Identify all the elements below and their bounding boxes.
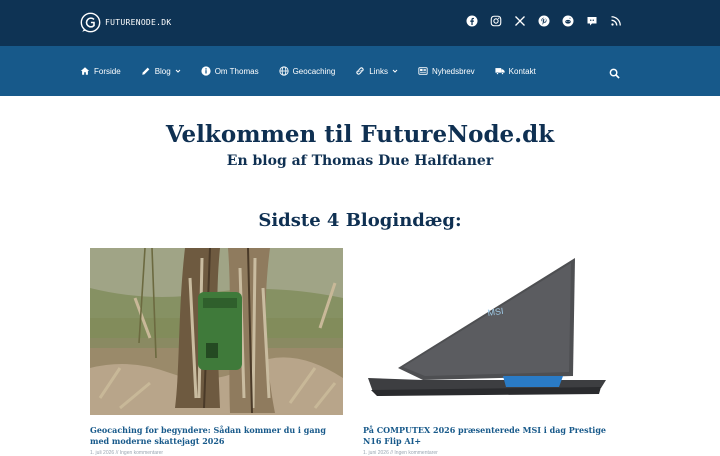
nav-menu: Forside Blog Om Thomas Geocaching Links … [80,46,556,96]
latest-posts-heading: Sidste 4 Blogindæg: [258,210,462,231]
post-thumbnail-geocache[interactable] [90,248,343,415]
home-icon [80,67,90,75]
post-card: MSI På COMPUTEX 2026 præsenterede MSI i … [363,248,616,456]
logo-mark-icon [80,12,101,33]
nav-item-label: Blog [154,66,171,76]
chevron-down-icon [392,69,398,73]
reddit-icon[interactable] [562,15,574,27]
rss-icon[interactable] [610,15,622,27]
post-meta: 1. juli 2026 // Ingen kommentarer [90,450,164,456]
nav-item-geocaching[interactable]: Geocaching [278,66,336,76]
top-header: FUTURENODE.DK [0,0,720,46]
nav-item-label: Nyhedsbrev [431,66,475,76]
pinterest-icon[interactable] [538,15,550,27]
link-icon [356,67,364,75]
discord-icon[interactable] [586,15,598,27]
main-navigation: Forside Blog Om Thomas Geocaching Links … [0,46,720,96]
nav-item-label: Geocaching [292,66,336,76]
nav-item-label: Links [369,66,388,76]
nav-item-nyhedsbrev[interactable]: Nyhedsbrev [418,66,475,76]
site-logo[interactable]: FUTURENODE.DK [80,12,172,33]
nav-item-label: Forside [94,66,121,76]
page-title: Velkommen til FutureNode.dk [165,121,555,148]
post-thumbnail-laptop[interactable]: MSI [363,248,616,415]
newsletter-icon [418,67,428,75]
nav-item-links[interactable]: Links [355,66,398,76]
globe-icon [278,66,289,76]
chevron-down-icon [175,69,181,73]
nav-item-kontakt[interactable]: Kontakt [495,66,536,76]
x-icon[interactable] [514,15,526,27]
post-title-link[interactable]: På COMPUTEX 2026 præsenterede MSI i dag … [363,425,616,447]
facebook-icon[interactable] [466,15,478,27]
nav-item-label: Om Thomas [214,66,259,76]
post-title-link[interactable]: Geocaching for begyndere: Sådan kommer d… [90,425,343,447]
nav-item-om-thomas[interactable]: Om Thomas [201,66,259,76]
nav-item-label: Kontakt [508,66,536,76]
info-icon [201,66,211,76]
page-subtitle: En blog af Thomas Due Halfdaner [226,153,494,169]
search-icon[interactable] [609,68,620,79]
nav-item-blog[interactable]: Blog [141,66,181,76]
nav-item-forside[interactable]: Forside [80,66,121,76]
post-card: Geocaching for begyndere: Sådan kommer d… [90,248,343,456]
social-links [466,15,622,27]
pencil-icon [141,67,150,75]
instagram-icon[interactable] [490,15,502,27]
post-meta: 1. juni 2026 // Ingen kommentarer [363,450,438,456]
truck-icon [495,68,505,75]
logo-text: FUTURENODE.DK [105,18,172,27]
